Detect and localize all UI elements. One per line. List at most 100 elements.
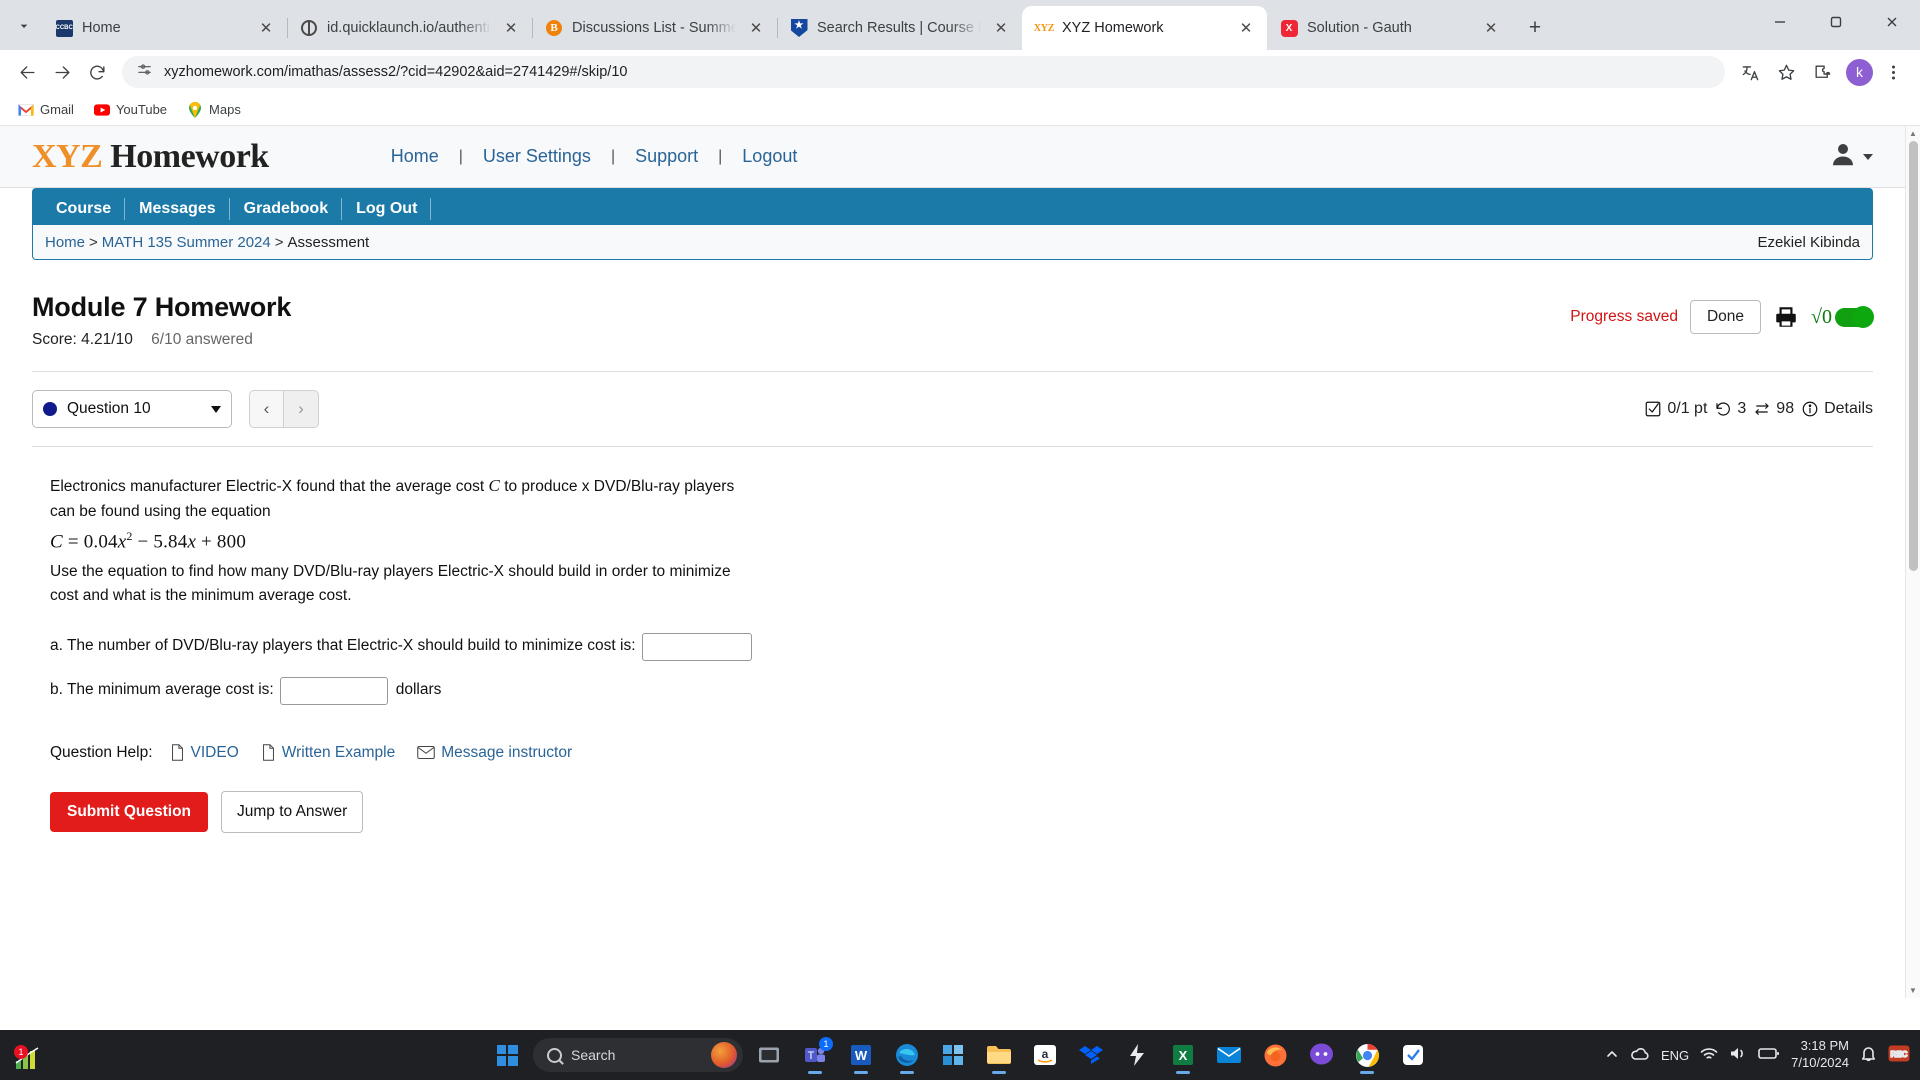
math-view-toggle[interactable]: √0 [1811, 306, 1874, 329]
scrollbar-thumb[interactable] [1909, 141, 1918, 571]
score-value: Score: 4.21/10 [32, 331, 133, 348]
taskbar-left-widget[interactable]: 1 [14, 1045, 44, 1076]
maximize-button[interactable] [1808, 0, 1864, 44]
notifications-icon[interactable] [1860, 1045, 1877, 1065]
tab-log-out[interactable]: Log Out [342, 192, 432, 225]
close-icon[interactable]: ✕ [1235, 17, 1257, 39]
taskbar-excel[interactable]: X [1163, 1035, 1203, 1075]
answer-a-input[interactable] [641, 632, 752, 661]
user-menu[interactable] [1828, 139, 1873, 174]
bookmark-star-icon[interactable] [1770, 56, 1802, 88]
print-icon[interactable] [1773, 304, 1799, 330]
close-icon[interactable]: ✕ [990, 17, 1012, 39]
taskbar-amazon[interactable]: a [1025, 1035, 1065, 1075]
page-scrollbar[interactable]: ▲ ▼ [1905, 126, 1920, 998]
help-message-instructor[interactable]: Message instructor [417, 741, 572, 765]
browser-tab-xyz-homework[interactable]: XYZ XYZ Homework ✕ [1022, 6, 1267, 50]
bookmark-maps[interactable]: Maps [179, 98, 249, 122]
onedrive-icon[interactable] [1630, 1047, 1650, 1064]
next-question-button[interactable]: › [284, 390, 319, 428]
answer-b-input[interactable] [279, 676, 388, 705]
teams-badge: 1 [819, 1037, 833, 1051]
battery-icon[interactable] [1758, 1047, 1780, 1063]
svg-text:T: T [808, 1050, 815, 1062]
help-video-link[interactable]: VIDEO [191, 741, 239, 765]
chrome-menu-icon[interactable] [1877, 56, 1909, 88]
reload-icon[interactable] [81, 56, 113, 88]
browser-tab-home[interactable]: CCBC Home ✕ [42, 6, 288, 50]
nav-home[interactable]: Home [391, 146, 439, 167]
taskbar-store[interactable] [933, 1035, 973, 1075]
search-input[interactable]: Search [533, 1038, 743, 1072]
prev-question-button[interactable]: ‹ [249, 390, 284, 428]
breadcrumb-home[interactable]: Home [45, 234, 85, 251]
site-logo[interactable]: XYZ Homework [32, 138, 269, 176]
taskbar-teams[interactable]: 1 T [795, 1035, 835, 1075]
taskbar-messenger[interactable] [1301, 1035, 1341, 1075]
close-icon[interactable]: ✕ [255, 17, 277, 39]
done-button[interactable]: Done [1689, 300, 1762, 334]
details-button[interactable]: Details [1801, 400, 1873, 418]
new-tab-button[interactable]: + [1518, 11, 1552, 45]
scroll-down-arrow[interactable]: ▼ [1906, 983, 1920, 998]
start-button[interactable] [487, 1035, 527, 1075]
tab-gradebook[interactable]: Gradebook [230, 192, 343, 225]
nav-logout[interactable]: Logout [742, 146, 797, 167]
taskbar-dropbox[interactable] [1071, 1035, 1111, 1075]
taskbar-firefox[interactable] [1255, 1035, 1295, 1075]
taskbar-file-explorer[interactable] [979, 1035, 1019, 1075]
answer-a-label: a. The number of DVD/Blu-ray players tha… [50, 637, 636, 655]
gmail-icon [18, 102, 34, 118]
tab-course[interactable]: Course [42, 192, 126, 225]
toggle-switch[interactable] [1835, 306, 1874, 328]
help-written-example-link[interactable]: Written Example [282, 741, 395, 765]
tab-search-icon[interactable] [6, 8, 42, 44]
browser-tab-quicklaunch[interactable]: id.quicklaunch.io/authentic ✕ [287, 6, 533, 50]
volume-icon[interactable] [1729, 1046, 1747, 1064]
taskbar-todo[interactable] [1393, 1035, 1433, 1075]
close-icon[interactable]: ✕ [1480, 17, 1502, 39]
taskbar-edge[interactable] [887, 1035, 927, 1075]
extensions-icon[interactable] [1806, 56, 1838, 88]
minimize-button[interactable] [1752, 0, 1808, 44]
address-bar[interactable]: xyzhomework.com/imathas/assess2/?cid=429… [122, 56, 1725, 88]
browser-tab-coursehero[interactable]: ★ Search Results | Course He ✕ [777, 6, 1022, 50]
close-window-button[interactable] [1864, 0, 1920, 44]
language-indicator[interactable]: ENG [1661, 1048, 1689, 1063]
copilot-icon[interactable] [711, 1042, 737, 1068]
jump-to-answer-button[interactable]: Jump to Answer [221, 791, 364, 834]
nav-user-settings[interactable]: User Settings [483, 146, 591, 167]
bookmark-gmail[interactable]: Gmail [10, 98, 82, 122]
taskbar-chrome[interactable] [1347, 1035, 1387, 1075]
tray-expand-icon[interactable] [1605, 1047, 1619, 1064]
forward-icon[interactable] [46, 56, 78, 88]
browser-tab-discussions[interactable]: B Discussions List - Summer ✕ [532, 6, 778, 50]
taskbar-mail[interactable] [1209, 1035, 1249, 1075]
close-icon[interactable]: ✕ [745, 17, 767, 39]
help-video[interactable]: VIDEO [170, 741, 239, 765]
bookmark-youtube[interactable]: YouTube [86, 98, 175, 122]
browser-tab-gauth[interactable]: X Solution - Gauth ✕ [1267, 6, 1512, 50]
breadcrumb-course[interactable]: MATH 135 Summer 2024 [102, 234, 271, 251]
profile-avatar[interactable]: k [1846, 58, 1873, 86]
close-icon[interactable]: ✕ [500, 17, 522, 39]
tab-messages[interactable]: Messages [125, 192, 230, 225]
wifi-icon[interactable] [1700, 1047, 1718, 1064]
taskbar-word[interactable]: W [841, 1035, 881, 1075]
site-settings-icon[interactable] [136, 61, 153, 83]
views-value: 98 [1776, 400, 1795, 417]
recording-indicator-icon[interactable]: REC [1888, 1045, 1910, 1065]
taskbar-flash-app[interactable] [1117, 1035, 1157, 1075]
scroll-up-arrow[interactable]: ▲ [1906, 126, 1920, 141]
question-select[interactable]: Question 10 [32, 390, 232, 428]
back-icon[interactable] [11, 56, 43, 88]
task-view-button[interactable] [749, 1035, 789, 1075]
help-written-example[interactable]: Written Example [261, 741, 395, 765]
search-placeholder: Search [571, 1047, 616, 1063]
submit-question-button[interactable]: Submit Question [50, 792, 208, 833]
help-message-instructor-link[interactable]: Message instructor [441, 741, 572, 765]
divider [32, 371, 1873, 372]
translate-icon[interactable] [1734, 56, 1766, 88]
nav-support[interactable]: Support [635, 146, 698, 167]
taskbar-clock[interactable]: 3:18 PM 7/10/2024 [1791, 1038, 1849, 1071]
